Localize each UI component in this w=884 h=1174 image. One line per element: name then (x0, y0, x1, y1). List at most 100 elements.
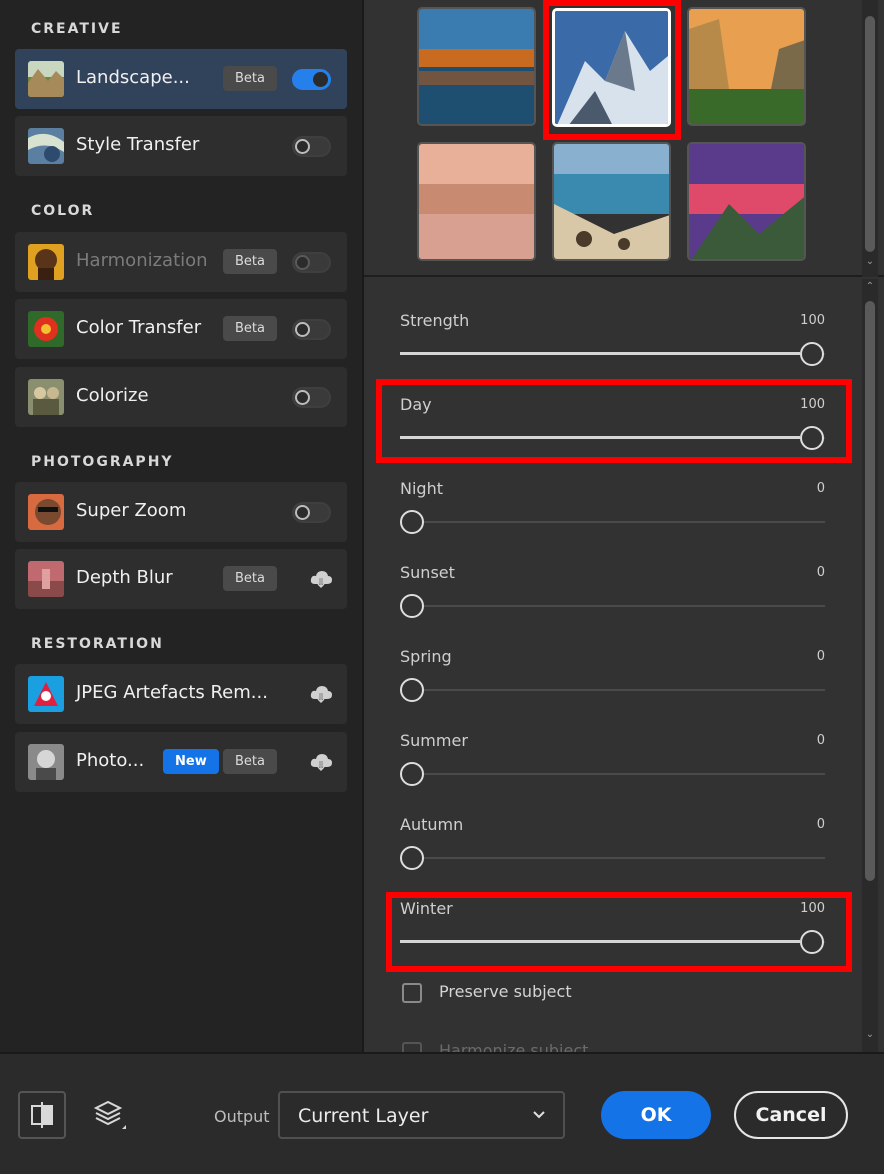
beta-badge: Beta (223, 66, 277, 91)
scroll-up-icon[interactable]: ⌃ (862, 281, 878, 292)
style-transfer-toggle[interactable] (292, 136, 331, 157)
gallery-scrollbar[interactable]: ⌄ (862, 0, 878, 277)
gallery-scrollbar-thumb[interactable] (865, 16, 875, 252)
filter-item-style-transfer[interactable]: Style Transfer (15, 116, 347, 176)
slider-spring[interactable]: Spring 0 (400, 647, 830, 717)
output-label: Output (214, 1107, 270, 1126)
cloud-download-icon[interactable] (309, 750, 333, 774)
colorize-toggle[interactable] (292, 387, 331, 408)
filters-sidebar: CREATIVE Landscape... Beta Style Transfe… (0, 0, 362, 1052)
section-title-creative: CREATIVE (31, 21, 123, 37)
filter-label: JPEG Artefacts Rem... (76, 682, 268, 703)
slider-handle[interactable] (400, 594, 424, 618)
highlight-box-day-slider (376, 379, 852, 463)
slider-value: 0 (816, 481, 825, 496)
slider-value: 0 (816, 649, 825, 664)
cloud-download-icon[interactable] (309, 682, 333, 706)
filter-item-harmonization[interactable]: Harmonization Beta (15, 232, 347, 292)
filter-label: Harmonization (76, 250, 208, 271)
slider-handle[interactable] (400, 678, 424, 702)
compare-split-view-icon[interactable] (18, 1091, 66, 1139)
cancel-button[interactable]: Cancel (734, 1091, 848, 1139)
preset-tile-misty-river[interactable] (417, 142, 536, 261)
filter-item-colorize[interactable]: Colorize (15, 367, 347, 427)
highlight-box-winter-slider (386, 892, 852, 972)
filter-item-depth-blur[interactable]: Depth Blur Beta (15, 549, 347, 609)
section-title-restoration: RESTORATION (31, 636, 164, 652)
filter-item-super-zoom[interactable]: Super Zoom (15, 482, 347, 542)
slider-handle[interactable] (400, 510, 424, 534)
cloud-download-icon[interactable] (309, 567, 333, 591)
super-zoom-thumbnail-icon (28, 494, 64, 530)
scroll-down-icon[interactable]: ⌄ (862, 256, 878, 267)
harmonize-subject-checkbox[interactable] (402, 1042, 422, 1052)
filter-label: Color Transfer (76, 317, 202, 338)
preset-tile-rocky-beach[interactable] (552, 142, 671, 261)
slider-strength[interactable]: Strength 100 (400, 311, 830, 381)
dialog-footer: Output Current Layer OK Cancel (0, 1052, 884, 1174)
landscape-toggle[interactable] (292, 69, 331, 90)
beta-badge: Beta (223, 316, 277, 341)
filter-item-landscape[interactable]: Landscape... Beta (15, 49, 347, 109)
harmonization-thumbnail-icon (28, 244, 64, 280)
preset-tile-autumn-lake[interactable] (417, 7, 536, 126)
slider-fill (400, 352, 800, 355)
output-dropdown-value: Current Layer (298, 1105, 429, 1127)
preserve-subject-checkbox[interactable] (402, 983, 422, 1003)
preset-tile-mountain-dusk[interactable] (687, 142, 806, 261)
filter-item-photo-restoration[interactable]: Photo... New Beta (15, 732, 347, 792)
filter-label: Landscape... (76, 67, 190, 88)
slider-value: 0 (816, 565, 825, 580)
adjustment-sliders: Strength 100 Day 100 Night 0 Sunset 0 Sp… (364, 279, 884, 1052)
slider-label: Sunset (400, 563, 455, 582)
beta-badge: Beta (223, 749, 277, 774)
filter-label: Colorize (76, 385, 149, 406)
sliders-scrollbar[interactable]: ⌃ ⌄ (862, 279, 878, 1052)
filter-label: Photo... (76, 750, 145, 771)
super-zoom-toggle[interactable] (292, 502, 331, 523)
slider-label: Autumn (400, 815, 464, 834)
slider-label: Spring (400, 647, 452, 666)
slider-sunset[interactable]: Sunset 0 (400, 563, 830, 633)
filter-item-color-transfer[interactable]: Color Transfer Beta (15, 299, 347, 359)
slider-label: Night (400, 479, 443, 498)
slider-handle[interactable] (800, 342, 824, 366)
slider-handle[interactable] (400, 762, 424, 786)
harmonization-toggle[interactable] (292, 252, 331, 273)
photo-restoration-thumbnail-icon (28, 744, 64, 780)
slider-track[interactable] (400, 773, 825, 775)
color-transfer-toggle[interactable] (292, 319, 331, 340)
style-transfer-thumbnail-icon (28, 128, 64, 164)
slider-autumn[interactable]: Autumn 0 (400, 815, 830, 885)
output-dropdown[interactable]: Current Layer (278, 1091, 565, 1139)
checkbox-label: Preserve subject (439, 982, 572, 1001)
filter-label: Super Zoom (76, 500, 187, 521)
slider-track[interactable] (400, 689, 825, 691)
filter-label: Depth Blur (76, 567, 173, 588)
slider-track[interactable] (400, 521, 825, 523)
preset-gallery: ⌄ (364, 0, 884, 277)
landscape-thumbnail-icon (28, 61, 64, 97)
slider-track[interactable] (400, 605, 825, 607)
filter-item-jpeg-artefacts[interactable]: JPEG Artefacts Rem... (15, 664, 347, 724)
preset-tile-valley-sunset[interactable] (687, 7, 806, 126)
sliders-scrollbar-thumb[interactable] (865, 301, 875, 881)
color-transfer-thumbnail-icon (28, 311, 64, 347)
checkbox-label: Harmonize subject (439, 1041, 589, 1052)
slider-handle[interactable] (400, 846, 424, 870)
layers-icon[interactable] (86, 1091, 134, 1139)
slider-track[interactable] (400, 857, 825, 859)
colorize-thumbnail-icon (28, 379, 64, 415)
chevron-down-icon (533, 1111, 545, 1119)
slider-summer[interactable]: Summer 0 (400, 731, 830, 801)
scroll-down-icon[interactable]: ⌄ (862, 1029, 878, 1040)
ok-button[interactable]: OK (601, 1091, 711, 1139)
section-title-photography: PHOTOGRAPHY (31, 454, 174, 470)
slider-value: 0 (816, 817, 825, 832)
new-badge: New (163, 749, 219, 774)
slider-value: 100 (800, 313, 825, 328)
slider-label: Strength (400, 311, 470, 330)
depth-blur-thumbnail-icon (28, 561, 64, 597)
slider-night[interactable]: Night 0 (400, 479, 830, 549)
filter-label: Style Transfer (76, 134, 200, 155)
